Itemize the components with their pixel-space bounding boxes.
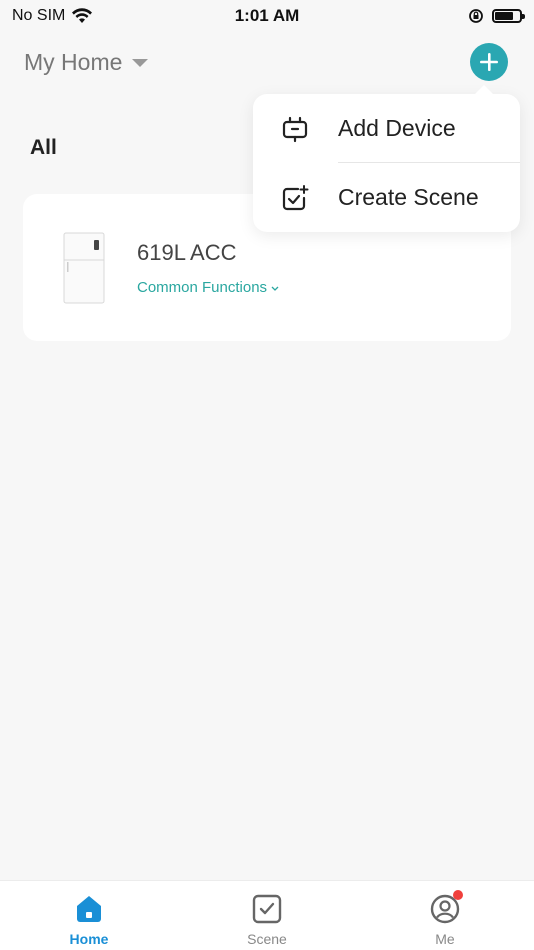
- tab-label: Scene: [247, 931, 287, 947]
- section-label-all[interactable]: All: [30, 136, 57, 160]
- tab-me[interactable]: Me: [356, 881, 534, 950]
- scene-add-icon: [282, 184, 309, 210]
- tab-scene[interactable]: Scene: [178, 881, 356, 950]
- status-time: 1:01 AM: [234, 6, 300, 25]
- battery-icon: [492, 9, 525, 23]
- chevron-down-icon: [271, 286, 279, 291]
- notification-badge: [453, 890, 463, 900]
- caret-down-icon: [132, 59, 149, 67]
- bottom-tab-bar: Home Scene Me: [0, 880, 534, 950]
- add-button[interactable]: [470, 43, 508, 81]
- header: My Home: [0, 40, 534, 84]
- tab-home[interactable]: Home: [0, 881, 178, 950]
- tab-label: Home: [69, 931, 109, 947]
- common-functions-label: Common Functions: [137, 279, 268, 296]
- home-icon: [77, 896, 101, 922]
- device-icon: [282, 116, 308, 142]
- plus-icon: [480, 53, 498, 71]
- menu-item-label: Create Scene: [338, 184, 479, 210]
- tab-label: Me: [435, 931, 455, 947]
- scene-icon: [252, 894, 282, 924]
- menu-item-label: Add Device: [338, 115, 456, 141]
- home-selector[interactable]: My Home: [24, 48, 149, 76]
- home-title: My Home: [24, 48, 123, 75]
- menu-item-create-scene[interactable]: Create Scene: [253, 163, 520, 232]
- menu-item-add-device[interactable]: Add Device: [253, 94, 520, 163]
- battery-fill: [495, 12, 513, 20]
- refrigerator-icon: [63, 232, 105, 304]
- status-bar: No SIM 1:01 AM: [0, 0, 534, 32]
- common-functions-toggle[interactable]: Common Functions: [137, 279, 280, 296]
- add-menu-popup: Add Device Create Scene: [253, 85, 520, 232]
- device-name: 619L ACC: [137, 240, 237, 265]
